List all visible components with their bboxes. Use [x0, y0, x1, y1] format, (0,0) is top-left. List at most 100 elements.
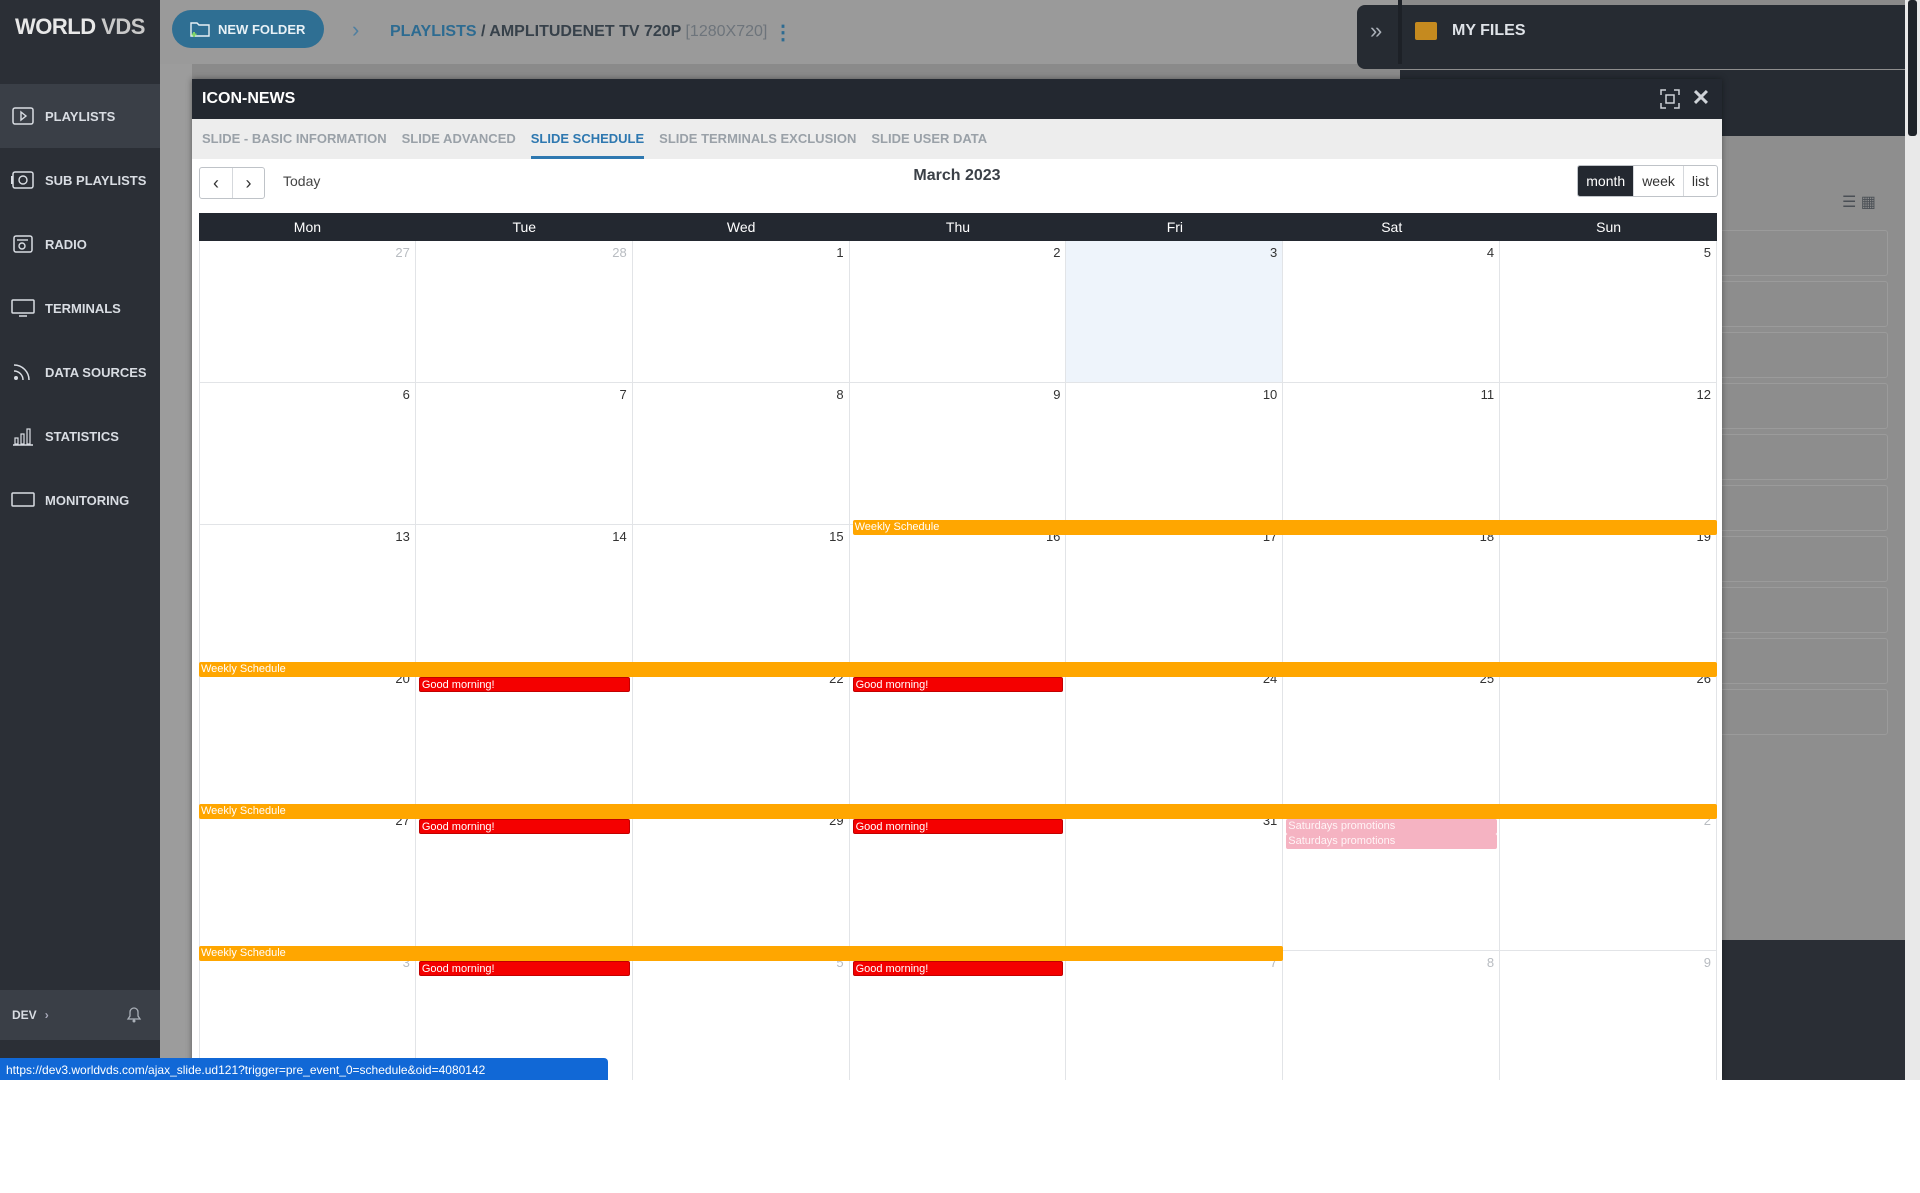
list-item[interactable]: [1718, 689, 1888, 735]
sidebar-item-statistics[interactable]: STATISTICS: [0, 404, 160, 468]
day-number[interactable]: 4: [1487, 245, 1494, 260]
day-number[interactable]: 10: [1263, 387, 1277, 402]
calendar-event[interactable]: Good morning!: [852, 961, 1064, 976]
calendar-day[interactable]: 8: [633, 383, 850, 524]
day-number[interactable]: 7: [619, 387, 626, 402]
sidebar-item-data-sources[interactable]: DATA SOURCES: [0, 340, 160, 404]
day-number[interactable]: 28: [612, 245, 626, 260]
day-number[interactable]: 9: [1704, 955, 1711, 970]
chevron-double-right-icon[interactable]: »: [1370, 18, 1382, 44]
tab-basic-information[interactable]: SLIDE - BASIC INFORMATION: [202, 119, 387, 159]
calendar-event[interactable]: Good morning!: [852, 819, 1064, 834]
day-number[interactable]: 14: [612, 529, 626, 544]
close-icon[interactable]: ✕: [1690, 87, 1712, 109]
chevron-right-icon[interactable]: ›: [352, 17, 359, 43]
calendar-event[interactable]: Saturdays promotions: [1286, 819, 1498, 834]
calendar-event[interactable]: Good morning!: [418, 961, 630, 976]
day-number[interactable]: 3: [1270, 245, 1277, 260]
calendar-day[interactable]: 3: [1066, 241, 1284, 382]
calendar-day[interactable]: 5: [1500, 241, 1717, 382]
sidebar-item-radio[interactable]: RADIO: [0, 212, 160, 276]
bell-icon[interactable]: [124, 1004, 144, 1024]
sidebar-item-terminals[interactable]: TERMINALS: [0, 276, 160, 340]
calendar-day[interactable]: 20: [199, 667, 416, 808]
day-number[interactable]: 15: [829, 529, 843, 544]
maximize-icon[interactable]: [1660, 89, 1680, 109]
breadcrumb-link[interactable]: PLAYLISTS: [390, 23, 477, 40]
page-scrollbar[interactable]: [1905, 0, 1920, 1080]
tab-advanced[interactable]: SLIDE ADVANCED: [402, 119, 516, 159]
day-number[interactable]: 5: [1704, 245, 1711, 260]
tab-user-data[interactable]: SLIDE USER DATA: [871, 119, 987, 159]
view-month-button[interactable]: month: [1578, 166, 1634, 196]
new-folder-button[interactable]: NEW FOLDER: [172, 10, 324, 48]
calendar-day[interactable]: 22: [633, 667, 850, 808]
calendar-day[interactable]: 9: [850, 383, 1067, 524]
calendar-day[interactable]: 27: [199, 809, 416, 950]
calendar-day[interactable]: 7: [416, 383, 633, 524]
calendar-day[interactable]: 31: [1066, 809, 1284, 950]
calendar-day[interactable]: 5: [633, 951, 850, 1080]
day-number[interactable]: 9: [1053, 387, 1060, 402]
list-item[interactable]: [1718, 230, 1888, 276]
calendar-event[interactable]: Weekly Schedule: [852, 520, 1717, 535]
calendar-day[interactable]: 28: [416, 241, 633, 382]
sidebar-item-sub-playlists[interactable]: SUB PLAYLISTS: [0, 148, 160, 212]
list-item[interactable]: [1718, 434, 1888, 480]
calendar-day[interactable]: 10: [1066, 383, 1284, 524]
calendar-day[interactable]: 12: [1500, 383, 1717, 524]
list-item[interactable]: [1718, 281, 1888, 327]
view-list-button[interactable]: list: [1682, 166, 1717, 196]
calendar-day[interactable]: 1: [633, 241, 850, 382]
calendar-day[interactable]: 7: [1066, 951, 1284, 1080]
calendar-day[interactable]: 24: [1066, 667, 1284, 808]
calendar-day[interactable]: 13: [199, 525, 416, 666]
calendar-event[interactable]: Weekly Schedule: [199, 804, 1717, 819]
calendar-day[interactable]: 15: [633, 525, 850, 666]
calendar-event[interactable]: Weekly Schedule: [199, 946, 1284, 961]
calendar-event[interactable]: Weekly Schedule: [199, 662, 1717, 677]
day-number[interactable]: 2: [1053, 245, 1060, 260]
day-number[interactable]: 11: [1481, 387, 1495, 402]
list-item[interactable]: [1718, 587, 1888, 633]
sidebar-item-playlists[interactable]: PLAYLISTS: [0, 84, 160, 148]
calendar-day[interactable]: 17: [1066, 525, 1284, 666]
day-number[interactable]: 12: [1697, 387, 1711, 402]
day-number[interactable]: 13: [395, 529, 409, 544]
calendar-day[interactable]: 6: [199, 383, 416, 524]
day-number[interactable]: 1: [836, 245, 843, 260]
calendar-event[interactable]: Good morning!: [852, 677, 1064, 692]
list-item[interactable]: [1718, 638, 1888, 684]
calendar-day[interactable]: 14: [416, 525, 633, 666]
view-week-button[interactable]: week: [1633, 166, 1683, 196]
sidebar-item-monitoring[interactable]: MONITORING: [0, 468, 160, 532]
list-view-icon[interactable]: ☰ ▦: [1842, 192, 1876, 212]
list-item[interactable]: [1718, 332, 1888, 378]
day-number[interactable]: 8: [1487, 955, 1494, 970]
list-item[interactable]: [1718, 383, 1888, 429]
calendar-day[interactable]: 27: [199, 241, 416, 382]
calendar-day[interactable]: 11: [1283, 383, 1501, 524]
calendar-day[interactable]: 18: [1283, 525, 1501, 666]
calendar-event[interactable]: Saturdays promotions: [1286, 834, 1498, 849]
logo[interactable]: WORLD VDS: [15, 14, 145, 40]
calendar-day[interactable]: 25: [1283, 667, 1501, 808]
list-item[interactable]: [1718, 536, 1888, 582]
calendar-day[interactable]: 26: [1500, 667, 1717, 808]
calendar-event[interactable]: Good morning!: [418, 677, 630, 692]
tab-schedule[interactable]: SLIDE SCHEDULE: [530, 119, 645, 159]
calendar-day[interactable]: 16: [850, 525, 1067, 666]
environment-selector[interactable]: DEV ›: [0, 990, 160, 1040]
calendar-day[interactable]: 29: [633, 809, 850, 950]
calendar-day[interactable]: 19: [1500, 525, 1717, 666]
calendar-day[interactable]: 2: [850, 241, 1067, 382]
calendar-day[interactable]: 2: [1500, 809, 1717, 950]
day-number[interactable]: 8: [836, 387, 843, 402]
list-item[interactable]: [1718, 485, 1888, 531]
calendar-event[interactable]: Good morning!: [418, 819, 630, 834]
calendar-day[interactable]: 8: [1283, 951, 1501, 1080]
more-options-icon[interactable]: ⋮: [773, 20, 793, 45]
day-number[interactable]: 27: [395, 245, 409, 260]
calendar-day[interactable]: 9: [1500, 951, 1717, 1080]
day-number[interactable]: 6: [403, 387, 410, 402]
